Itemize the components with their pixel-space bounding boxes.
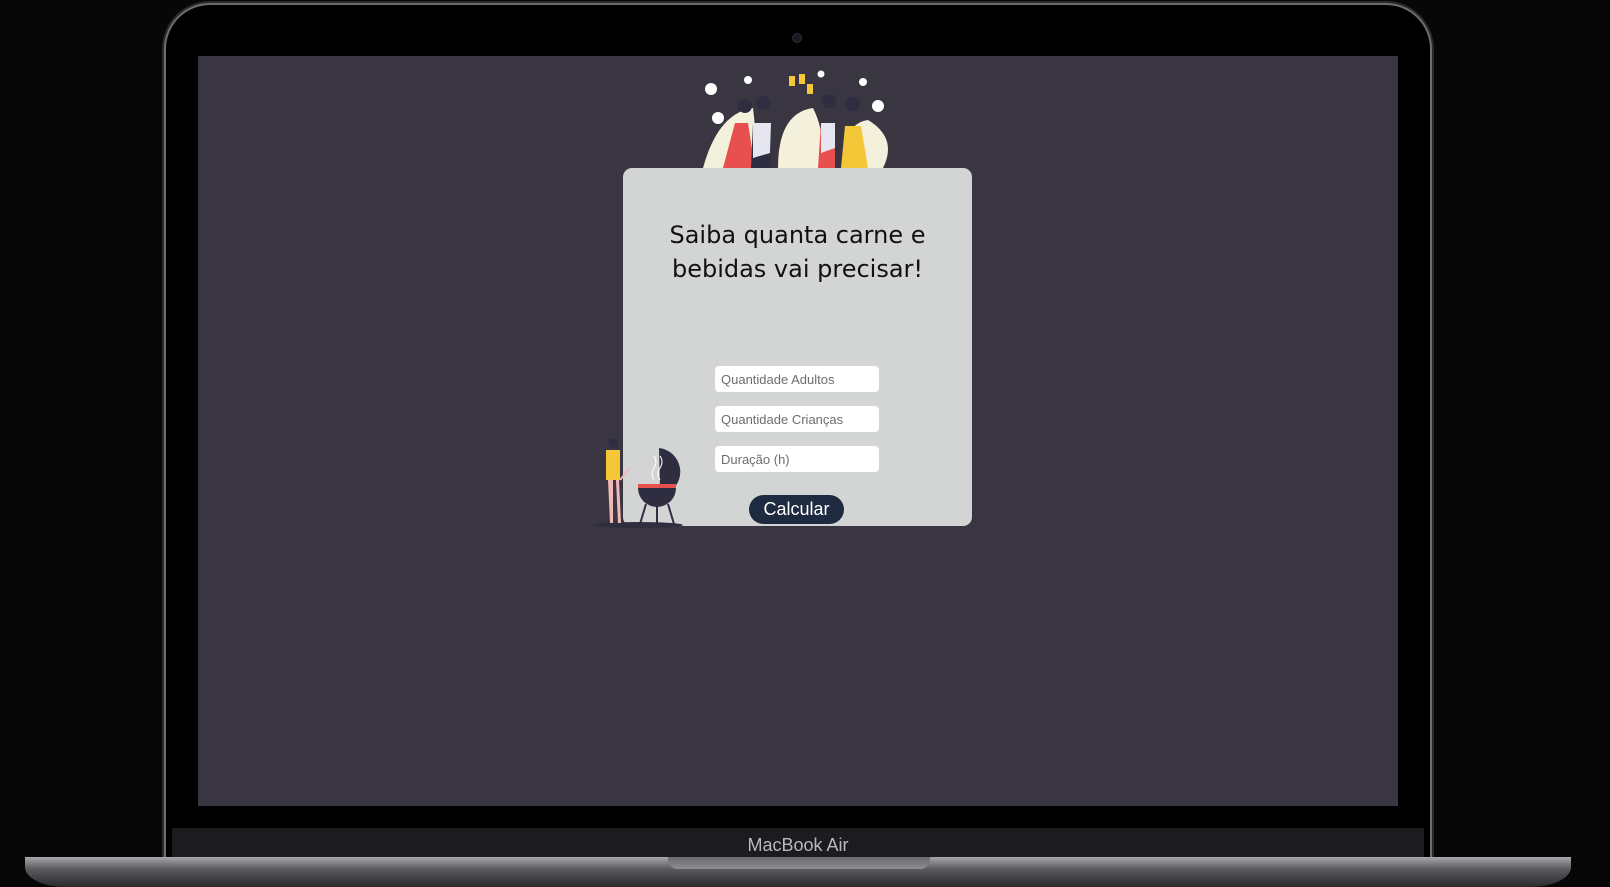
title-line-1: Saiba quanta carne e [669,221,926,249]
calculate-button[interactable]: Calcular [749,495,844,524]
duration-input[interactable] [715,446,879,472]
camera-icon [793,34,801,42]
children-quantity-input[interactable] [715,406,879,432]
title-line-2: bebidas vai precisar! [671,255,924,283]
page-title: Saiba quanta carne e bebidas vai precisa… [623,218,972,286]
adults-quantity-input[interactable] [715,366,879,392]
barbecue-grill-illustration [593,438,683,528]
party-toast-illustration [703,70,888,168]
browser-viewport: Saiba quanta carne e bebidas vai precisa… [198,56,1398,806]
laptop-notch [668,857,930,869]
